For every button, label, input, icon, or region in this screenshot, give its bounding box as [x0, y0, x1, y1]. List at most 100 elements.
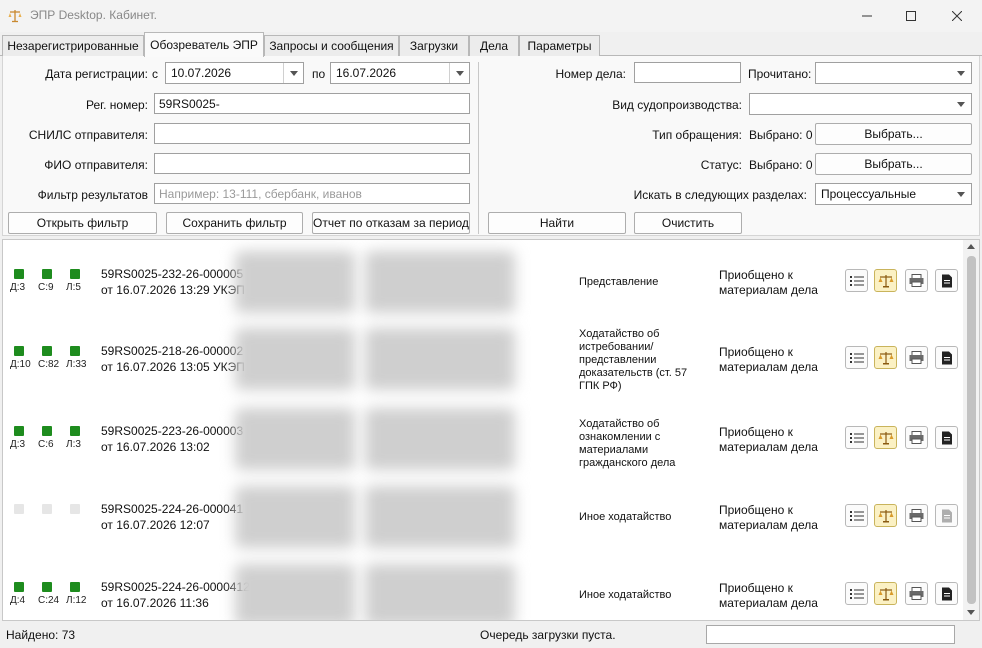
document-date: от 16.07.2026 13:29 УКЭП — [101, 283, 245, 297]
read-select[interactable] — [815, 62, 972, 84]
list-icon — [849, 510, 864, 522]
document-button[interactable] — [935, 582, 958, 605]
minimize-icon — [862, 15, 872, 17]
court-scales-icon — [878, 587, 894, 601]
court-scales-button[interactable] — [874, 504, 897, 527]
court-scales-button[interactable] — [874, 269, 897, 292]
list-button[interactable] — [845, 426, 868, 449]
indicator-l-count: Л:12 — [66, 595, 87, 606]
indicator-c-icon — [42, 269, 52, 279]
fio-input[interactable] — [154, 153, 470, 174]
save-filter-button[interactable]: Сохранить фильтр — [166, 212, 303, 234]
choose-status-button[interactable]: Выбрать... — [815, 153, 972, 175]
document-status: Приобщено к материалам дела — [719, 425, 818, 454]
status-selected: Выбрано: 0 — [749, 158, 813, 172]
court-scales-icon — [878, 431, 894, 445]
rejection-report-button[interactable]: Отчет по отказам за период — [312, 212, 470, 234]
close-button[interactable] — [934, 0, 980, 32]
printer-icon — [909, 509, 924, 522]
scroll-up-icon[interactable] — [967, 244, 975, 249]
document-type: Ходатайство об истребовании/ представлен… — [579, 328, 688, 392]
indicator-c-count: С:6 — [38, 439, 54, 450]
court-scales-button[interactable] — [874, 426, 897, 449]
printer-button[interactable] — [905, 346, 928, 369]
document-number[interactable]: 59RS0025-224-26-0000412 — [101, 580, 250, 594]
document-number[interactable]: 59RS0025-224-26-000041 — [101, 502, 243, 516]
printer-button[interactable] — [905, 426, 928, 449]
printer-icon — [909, 431, 924, 444]
proc-type-select[interactable] — [749, 93, 972, 115]
result-row[interactable]: Д:3 С:9 Л:5 59RS0025-232-26-000005 от 16.07.… — [3, 243, 963, 321]
result-row[interactable]: Д:3 С:6 Л:3 59RS0025-223-26-000003 от 16.07.… — [3, 400, 963, 478]
reg-num-input[interactable]: 59RS0025- — [154, 93, 470, 114]
clear-button[interactable]: Очистить — [634, 212, 742, 234]
results-list[interactable]: Д:3 С:9 Л:5 59RS0025-232-26-000005 от 16.07.… — [2, 239, 980, 621]
document-number[interactable]: 59RS0025-232-26-000005 — [101, 267, 243, 281]
document-button[interactable] — [935, 504, 958, 527]
document-status: Приобщено к материалам дела — [719, 345, 818, 374]
indicator-c-icon — [42, 504, 52, 514]
court-scales-button[interactable] — [874, 346, 897, 369]
minimize-button[interactable] — [844, 0, 890, 32]
tab-downloads[interactable]: Загрузки — [399, 35, 469, 56]
status-label: Статус: — [700, 158, 742, 172]
date-to-dropdown-icon[interactable] — [449, 63, 469, 83]
tab-cases[interactable]: Дела — [469, 35, 519, 56]
court-scales-icon — [878, 509, 894, 523]
document-date: от 16.07.2026 13:02 — [101, 440, 210, 454]
document-button[interactable] — [935, 269, 958, 292]
find-button[interactable]: Найти — [488, 212, 626, 234]
title-bar: ЭПР Desktop. Кабинет. — [0, 0, 982, 32]
vertical-scrollbar[interactable] — [963, 240, 979, 620]
list-button[interactable] — [845, 504, 868, 527]
result-filter-input[interactable]: Например: 13-111, сбербанк, иванов — [154, 183, 470, 204]
result-row[interactable]: Д:10 С:82 Л:33 59RS0025-218-26-000002 от 16.… — [3, 320, 963, 398]
date-to-picker[interactable]: 16.07.2026 — [330, 62, 470, 84]
maximize-button[interactable] — [888, 0, 934, 32]
close-icon — [952, 11, 962, 21]
redacted-sender — [235, 486, 355, 548]
tab-epr-browser[interactable]: Обозреватель ЭПР — [144, 32, 264, 57]
document-number[interactable]: 59RS0025-218-26-000002 — [101, 344, 243, 358]
snils-input[interactable] — [154, 123, 470, 144]
indicator-d-count: Д:3 — [10, 439, 26, 450]
choose-appeal-type-button[interactable]: Выбрать... — [815, 123, 972, 145]
document-icon — [941, 509, 953, 523]
list-button[interactable] — [845, 582, 868, 605]
search-in-select[interactable]: Процессуальные — [815, 183, 972, 205]
court-scales-button[interactable] — [874, 582, 897, 605]
date-from-dropdown-icon[interactable] — [283, 63, 303, 83]
indicator-d-icon — [14, 582, 24, 592]
open-filter-button[interactable]: Открыть фильтр — [8, 212, 157, 234]
date-from-label: с — [152, 67, 158, 81]
date-from-picker[interactable]: 10.07.2026 — [165, 62, 304, 84]
scroll-down-icon[interactable] — [967, 610, 975, 615]
printer-button[interactable] — [905, 504, 928, 527]
court-scales-icon — [878, 351, 894, 365]
proc-type-dropdown-icon[interactable] — [951, 94, 971, 114]
search-in-dropdown-icon[interactable] — [951, 184, 971, 204]
case-num-input[interactable] — [634, 62, 741, 83]
indicator-c-count: С:9 — [38, 282, 54, 293]
list-button[interactable] — [845, 346, 868, 369]
document-icon — [941, 274, 953, 288]
read-dropdown-icon[interactable] — [951, 63, 971, 83]
document-button[interactable] — [935, 346, 958, 369]
scrollbar-thumb[interactable] — [967, 256, 976, 604]
tab-requests[interactable]: Запросы и сообщения — [264, 35, 399, 56]
indicator-c-icon — [42, 346, 52, 356]
result-row[interactable]: 59RS0025-224-26-000041 от 16.07.2026 12:0… — [3, 478, 963, 556]
result-row[interactable]: Д:4 С:24 Л:12 59RS0025-224-26-0000412 от 16.… — [3, 556, 963, 620]
tab-parameters[interactable]: Параметры — [519, 35, 600, 56]
search-in-value: Процессуальные — [821, 187, 917, 201]
list-button[interactable] — [845, 269, 868, 292]
printer-icon — [909, 274, 924, 287]
document-button[interactable] — [935, 426, 958, 449]
indicator-d-count: Д:3 — [10, 282, 26, 293]
document-number[interactable]: 59RS0025-223-26-000003 — [101, 424, 243, 438]
indicator-d-icon — [14, 346, 24, 356]
tab-unregistered[interactable]: Незарегистрированные — [2, 35, 144, 56]
printer-button[interactable] — [905, 269, 928, 292]
printer-button[interactable] — [905, 582, 928, 605]
result-filter-label: Фильтр результатов — [37, 188, 148, 202]
